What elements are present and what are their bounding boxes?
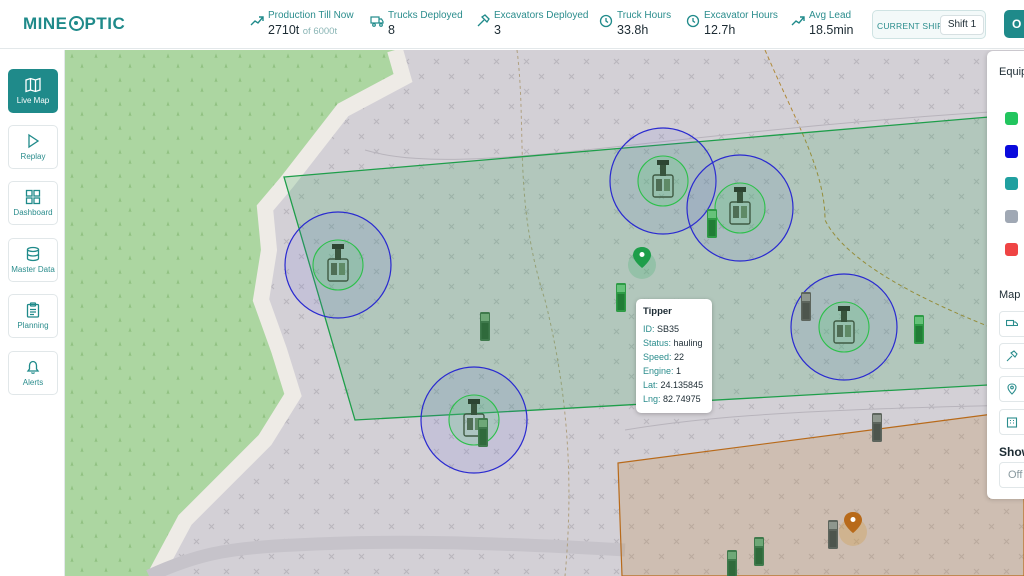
stat-trucks-value: 8 xyxy=(388,23,395,37)
hammer-icon xyxy=(1006,350,1018,362)
clipboard-icon xyxy=(26,302,40,318)
building-icon xyxy=(1006,417,1018,428)
show-heading: Show xyxy=(999,445,1024,459)
database-icon xyxy=(26,246,40,262)
dashboard-icon xyxy=(25,189,41,205)
truck-marker xyxy=(914,315,924,344)
tooltip-row-lat: Lat: 24.135845 xyxy=(643,380,704,390)
stat-truck-hours-value: 33.8h xyxy=(617,23,649,37)
nav-alerts[interactable]: Alerts xyxy=(8,351,58,395)
truck-marker xyxy=(480,312,490,341)
stat-production-value: 2710t xyxy=(268,23,300,37)
legend-swatch-teal[interactable] xyxy=(1005,177,1018,190)
map-layer-truck-button[interactable] xyxy=(999,311,1024,337)
map-layer-building-button[interactable] xyxy=(999,409,1024,435)
tooltip-row-speed: Speed: 22 xyxy=(643,352,685,362)
truck-marker xyxy=(478,418,488,447)
current-shift-label: CURRENT SHIFT xyxy=(877,21,948,31)
stat-excavator-hours-value: 12.7h xyxy=(704,23,736,37)
stat-production-target: of 6000t xyxy=(302,26,338,37)
legend-swatch-grey[interactable] xyxy=(1005,210,1018,223)
trend-up-icon xyxy=(791,16,805,26)
stat-excavators-value: 3 xyxy=(494,23,501,37)
top-action-button[interactable]: O xyxy=(1004,10,1024,38)
truck-marker xyxy=(727,550,737,576)
play-icon xyxy=(28,133,40,149)
current-shift: CURRENT SHIFT Shift 1 xyxy=(872,10,986,39)
equipment-legend-heading: Equip xyxy=(999,66,1024,78)
map-layers-heading: Map xyxy=(999,289,1021,301)
nav-live-map[interactable]: Live Map xyxy=(8,69,58,113)
bell-icon xyxy=(26,360,40,374)
right-control-panel: Equip Map Show Off xyxy=(987,51,1024,499)
app-logo[interactable]: MINE PTIC xyxy=(23,14,125,34)
truck-icon xyxy=(370,16,384,27)
tooltip-title: Tipper xyxy=(643,306,672,317)
tooltip-row-id: ID: SB35 xyxy=(643,324,680,334)
live-map[interactable] xyxy=(65,50,1024,576)
nav-master-data[interactable]: Master Data xyxy=(8,238,58,282)
hammer-icon xyxy=(477,14,490,27)
map-layer-pin-button[interactable] xyxy=(999,376,1024,402)
clock-icon xyxy=(686,14,700,28)
nav-planning[interactable]: Planning xyxy=(8,294,58,338)
truck-marker xyxy=(828,520,838,549)
legend-swatch-red[interactable] xyxy=(1005,243,1018,256)
truck-marker xyxy=(754,537,764,566)
trend-up-icon xyxy=(250,16,264,26)
truck-marker xyxy=(801,292,811,321)
tooltip-row-status: Status: hauling xyxy=(643,338,703,348)
map-icon xyxy=(25,77,41,93)
nav-replay[interactable]: Replay xyxy=(8,125,58,169)
map-layer-excavator-button[interactable] xyxy=(999,343,1024,369)
tooltip-row-engine: Engine: 1 xyxy=(643,366,682,376)
truck-marker xyxy=(872,413,882,442)
truck-marker xyxy=(616,283,626,312)
sidebar-nav: Live Map Replay Dashboard Master Data Pl… xyxy=(0,50,65,576)
nav-dashboard[interactable]: Dashboard xyxy=(8,181,58,225)
legend-swatch-blue[interactable] xyxy=(1005,145,1018,158)
shift-select[interactable]: Shift 1 xyxy=(940,15,984,35)
legend-swatch-green[interactable] xyxy=(1005,112,1018,125)
map-canvas[interactable] xyxy=(65,50,1024,576)
logo-eye-icon xyxy=(68,16,84,31)
tooltip-row-lng: Lng: 82.74975 xyxy=(643,394,701,404)
clock-icon xyxy=(599,14,613,28)
show-toggle[interactable]: Off xyxy=(999,462,1024,488)
stat-avg-lead-value: 18.5min xyxy=(809,23,854,37)
top-bar: MINE PTIC Production Till Now 2710t of 60… xyxy=(0,0,1024,49)
equipment-tooltip: Tipper ID: SB35 Status: hauling Speed: 2… xyxy=(636,299,712,413)
truck-marker xyxy=(707,209,717,238)
pin-icon xyxy=(1007,383,1017,395)
truck-icon xyxy=(1006,319,1018,327)
